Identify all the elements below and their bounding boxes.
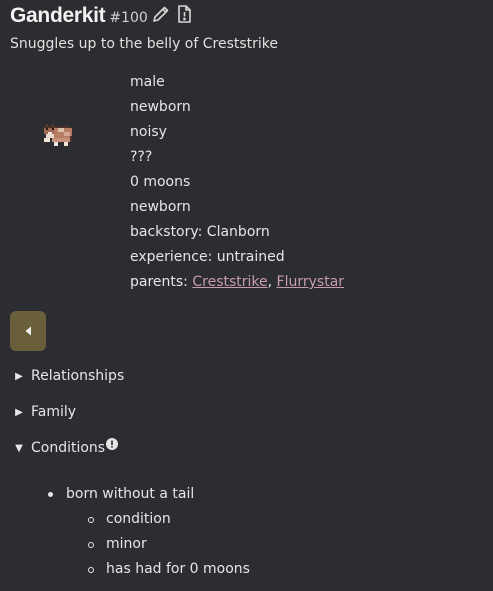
triangle-right-icon: ▶	[15, 370, 23, 382]
info-status: newborn	[130, 99, 191, 115]
condition-detail: minor	[88, 532, 250, 557]
parent-link[interactable]: Creststrike	[192, 274, 267, 290]
circle-bullet-icon	[88, 516, 94, 523]
info-sex: male	[130, 74, 165, 90]
condition-details: condition minor has had for 0 moons	[48, 507, 250, 582]
info-parents: parents: Creststrike, Flurrystar	[130, 270, 344, 295]
parent-link[interactable]: Flurrystar	[277, 274, 344, 290]
cat-profile-page: Ganderkit #100 Snuggles up to the belly …	[0, 0, 493, 591]
section-conditions[interactable]: ▼ Conditions	[13, 438, 119, 456]
parents-label: parents:	[130, 274, 193, 290]
section-family[interactable]: ▶ Family	[13, 404, 76, 420]
bullet-icon	[48, 492, 53, 497]
info-age-moons: 0 moons	[130, 174, 191, 190]
section-label: Family	[31, 404, 77, 420]
condition-name: born without a tail	[66, 486, 195, 502]
cat-sprite	[40, 122, 76, 150]
condition-item: born without a tail condition minor has …	[48, 482, 250, 582]
info-experience: experience: untrained	[130, 249, 285, 265]
info-trait: noisy	[130, 124, 167, 140]
parents-separator: ,	[267, 274, 277, 290]
circle-bullet-icon	[88, 566, 94, 573]
section-label: Conditions	[31, 440, 106, 456]
triangle-down-icon: ▼	[15, 442, 23, 454]
cat-info-list: male newborn noisy ??? 0 moons newborn b…	[130, 70, 344, 295]
cat-id: #100	[109, 10, 148, 26]
profile-header: Ganderkit #100	[10, 4, 194, 28]
back-button[interactable]	[10, 311, 46, 351]
condition-detail-text: minor	[106, 536, 147, 552]
condition-detail-text: has had for 0 moons	[106, 561, 250, 577]
info-circle-icon[interactable]	[106, 438, 119, 450]
info-age-stage: newborn	[130, 199, 191, 215]
circle-bullet-icon	[88, 541, 94, 548]
document-alert-icon[interactable]	[174, 4, 194, 24]
conditions-list: born without a tail condition minor has …	[48, 482, 250, 582]
condition-detail: has had for 0 moons	[88, 557, 250, 582]
info-backstory: backstory: Clanborn	[130, 224, 270, 240]
info-skill: ???	[130, 149, 153, 165]
triangle-left-icon	[25, 326, 31, 336]
section-label: Relationships	[31, 368, 125, 384]
cat-thought: Snuggles up to the belly of Creststrike	[10, 36, 279, 52]
cat-name: Ganderkit	[10, 4, 106, 27]
condition-detail: condition	[88, 507, 250, 532]
pencil-icon[interactable]	[151, 4, 171, 24]
section-relationships[interactable]: ▶ Relationships	[13, 368, 124, 384]
condition-row: born without a tail	[48, 482, 250, 507]
triangle-right-icon: ▶	[15, 406, 23, 418]
condition-detail-text: condition	[106, 511, 171, 527]
